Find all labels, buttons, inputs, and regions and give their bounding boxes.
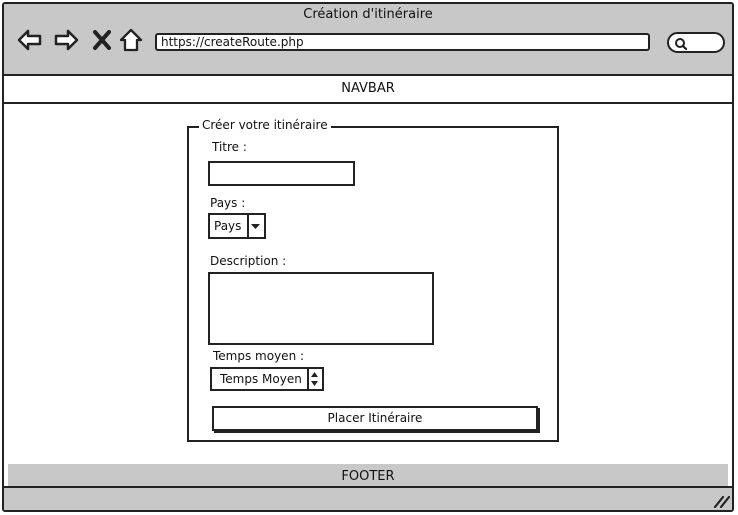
time-label: Temps moyen : [213,349,305,363]
place-route-button[interactable]: Placer Itinéraire [212,406,538,431]
back-arrow-icon[interactable] [16,26,44,54]
navbar: NAVBAR [4,76,732,104]
title-input[interactable] [208,161,355,186]
title-label: Titre : [212,140,247,154]
chevron-down-icon[interactable] [247,215,264,237]
spinner-icon[interactable] [307,369,322,389]
description-label: Description : [210,254,287,268]
time-stepper[interactable]: Temps Moyen [210,367,324,391]
url-input[interactable]: https://createRoute.php [155,33,650,51]
search-field[interactable] [667,32,725,53]
home-icon[interactable] [117,26,145,54]
description-textarea[interactable] [208,272,434,345]
forward-arrow-icon[interactable] [52,26,80,54]
search-icon [675,38,688,50]
resize-grip-icon[interactable] [712,494,730,508]
browser-titlebar: Création d'itinéraire https://createRout… [4,4,732,76]
window-title: Création d'itinéraire [303,7,433,22]
time-stepper-value: Temps Moyen [220,372,302,386]
country-select[interactable]: Pays [208,213,266,239]
close-icon[interactable] [88,26,116,54]
form-legend: Créer votre itinéraire [199,118,331,132]
status-bar [4,486,732,510]
country-label: Pays : [210,196,246,210]
country-select-value: Pays [214,219,242,233]
